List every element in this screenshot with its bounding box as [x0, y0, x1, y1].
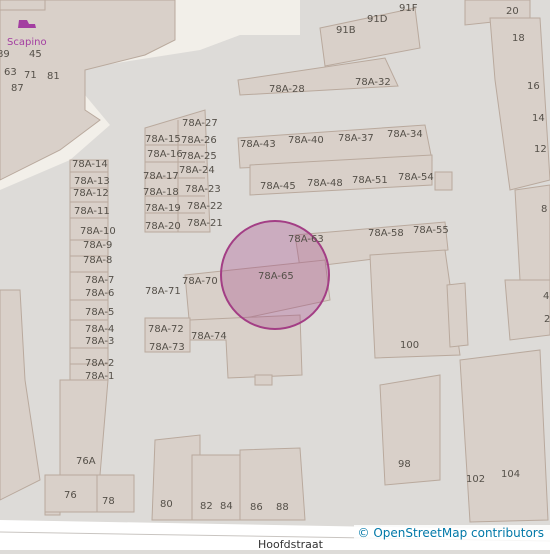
building: [0, 0, 45, 10]
house-number: 18: [512, 33, 525, 44]
house-number: 98: [398, 459, 411, 470]
house-number: 14: [532, 113, 545, 124]
house-number: 78A-15: [145, 134, 181, 145]
house-number: 78A-65: [258, 271, 294, 282]
map-svg: Scapino 89 45 63 71 81 87 91B 91D 91F 20…: [0, 0, 550, 550]
house-number: 78A-26: [181, 135, 217, 146]
house-number: 86: [250, 502, 263, 513]
house-number: 2: [544, 314, 550, 325]
house-number: 78A-71: [145, 286, 181, 297]
house-number: 78A-32: [355, 77, 391, 88]
house-number: 78A-3: [85, 336, 114, 347]
house-number: 78A-17: [143, 171, 179, 182]
house-number: 78A-2: [85, 358, 114, 369]
house-number: 78A-8: [83, 255, 112, 266]
house-number: 8: [541, 204, 547, 215]
house-number: 78A-4: [85, 324, 114, 335]
building-102-104: [460, 350, 548, 522]
house-number: 91F: [399, 3, 418, 14]
house-number: 4: [543, 291, 549, 302]
building: [435, 172, 452, 190]
house-number: 102: [466, 474, 485, 485]
house-number: 76A: [76, 456, 96, 467]
house-number: 78A-19: [145, 203, 181, 214]
house-number: 78A-73: [149, 342, 185, 353]
poi-label[interactable]: Scapino: [7, 37, 47, 48]
house-number: 78A-24: [179, 165, 215, 176]
house-number: 78A-74: [191, 331, 227, 342]
house-number: 78A-34: [387, 129, 423, 140]
building-8: [515, 185, 550, 280]
house-number: 12: [534, 144, 547, 155]
house-number: 84: [220, 501, 233, 512]
house-number: 78A-5: [85, 307, 114, 318]
house-number: 16: [527, 81, 540, 92]
house-number: 78A-45: [260, 181, 296, 192]
house-number: 78A-11: [74, 206, 110, 217]
house-number: 78A-12: [73, 188, 109, 199]
building: [255, 375, 272, 385]
house-number: 78A-9: [83, 240, 112, 251]
house-number: 78A-1: [85, 371, 114, 382]
house-number: 78A-18: [143, 187, 179, 198]
house-number: 78A-6: [85, 288, 114, 299]
house-number: 78A-25: [181, 151, 217, 162]
house-number: 78A-13: [74, 176, 110, 187]
house-number: 91D: [367, 14, 388, 25]
street-label: Hoofdstraat: [258, 538, 323, 551]
building-4: [505, 280, 550, 340]
house-number: 78: [102, 496, 115, 507]
house-number: 20: [506, 6, 519, 17]
house-number: 78A-55: [413, 225, 449, 236]
house-number: 78A-48: [307, 178, 343, 189]
house-number: 78A-54: [398, 172, 434, 183]
house-number: 88: [276, 502, 289, 513]
house-number: 78A-20: [145, 221, 181, 232]
house-number: 100: [400, 340, 419, 351]
house-number: 78A-7: [85, 275, 114, 286]
house-number: 78A-70: [182, 276, 218, 287]
house-number: 82: [200, 501, 213, 512]
map-attribution[interactable]: © OpenStreetMap contributors: [354, 525, 550, 542]
house-number: 81: [47, 71, 60, 82]
house-number: 78A-58: [368, 228, 404, 239]
house-number: 78A-51: [352, 175, 388, 186]
house-number: 78A-40: [288, 135, 324, 146]
house-number: 104: [501, 469, 520, 480]
house-number: 63: [4, 67, 17, 78]
house-number: 78A-10: [80, 226, 116, 237]
house-number: 78A-22: [187, 201, 223, 212]
house-number: 78A-14: [72, 159, 108, 170]
house-number: 78A-37: [338, 133, 374, 144]
attribution-link[interactable]: © OpenStreetMap contributors: [358, 526, 544, 540]
map-canvas[interactable]: Scapino 89 45 63 71 81 87 91B 91D 91F 20…: [0, 0, 550, 550]
house-number: 45: [29, 49, 42, 60]
house-number: 78A-27: [182, 118, 218, 129]
house-number: 91B: [336, 25, 356, 36]
house-number: 80: [160, 499, 173, 510]
house-number: 78A-72: [148, 324, 184, 335]
house-number: 71: [24, 70, 37, 81]
house-number: 78A-28: [269, 84, 305, 95]
house-number: 78A-43: [240, 139, 276, 150]
house-number: 76: [64, 490, 77, 501]
house-number: 78A-23: [185, 184, 221, 195]
house-number: 78A-63: [288, 234, 324, 245]
house-number: 87: [11, 83, 24, 94]
house-number: 89: [0, 49, 10, 60]
house-number: 78A-21: [187, 218, 223, 229]
house-number: 78A-16: [147, 149, 183, 160]
building: [447, 283, 468, 347]
